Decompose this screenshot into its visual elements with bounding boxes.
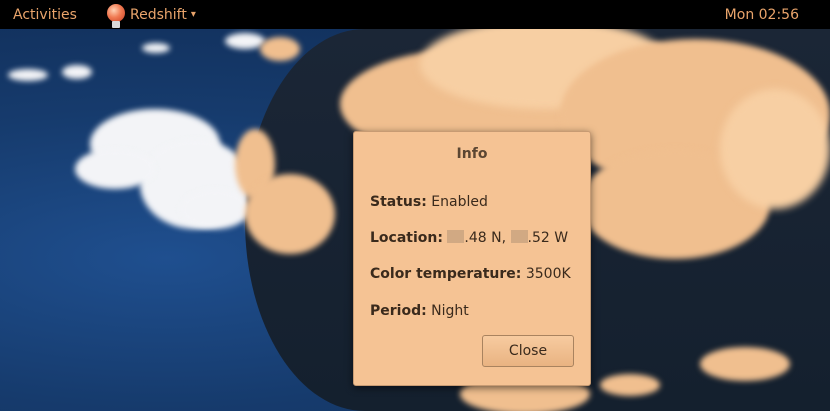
status-label: Status: <box>370 194 427 210</box>
period-label: Period: <box>370 303 427 319</box>
cloud <box>245 174 335 254</box>
clock-button[interactable]: Mon 02:56 <box>725 7 799 23</box>
status-row: Status: Enabled <box>370 194 488 210</box>
app-menu-label: Redshift <box>130 6 187 23</box>
dialog-title: Info <box>456 146 488 162</box>
period-row: Period: Night <box>370 303 469 319</box>
info-dialog: Info Status: Enabled Location: .48 N, .5… <box>353 131 591 386</box>
cloud <box>75 149 155 189</box>
app-menu-button[interactable]: Redshift ▾ <box>104 0 196 29</box>
cloud <box>8 69 48 81</box>
status-value: Enabled <box>431 194 488 210</box>
activities-button[interactable]: Activities <box>13 7 77 23</box>
redacted-block <box>447 230 465 243</box>
cloud <box>62 65 92 79</box>
location-row: Location: .48 N, .52 W <box>370 230 568 246</box>
close-button[interactable]: Close <box>482 335 574 367</box>
location-longitude: .52 W <box>527 230 569 246</box>
cloud <box>180 189 250 229</box>
color-temperature-label: Color temperature: <box>370 266 522 282</box>
location-latitude: .48 N, <box>464 230 507 246</box>
chevron-down-icon: ▾ <box>190 9 196 20</box>
cloud <box>720 89 830 209</box>
redshift-bulb-icon <box>104 3 128 28</box>
color-temperature-value: 3500K <box>525 266 571 282</box>
top-panel: Activities Redshift ▾ Mon 02:56 <box>0 0 830 29</box>
cloud <box>142 43 170 53</box>
period-value: Night <box>431 303 469 319</box>
color-temperature-row: Color temperature: 3500K <box>370 266 571 282</box>
location-label: Location: <box>370 230 443 246</box>
redacted-block <box>510 230 528 243</box>
cloud <box>700 347 790 381</box>
cloud <box>600 374 660 396</box>
cloud <box>260 37 300 61</box>
cloud <box>225 33 265 49</box>
